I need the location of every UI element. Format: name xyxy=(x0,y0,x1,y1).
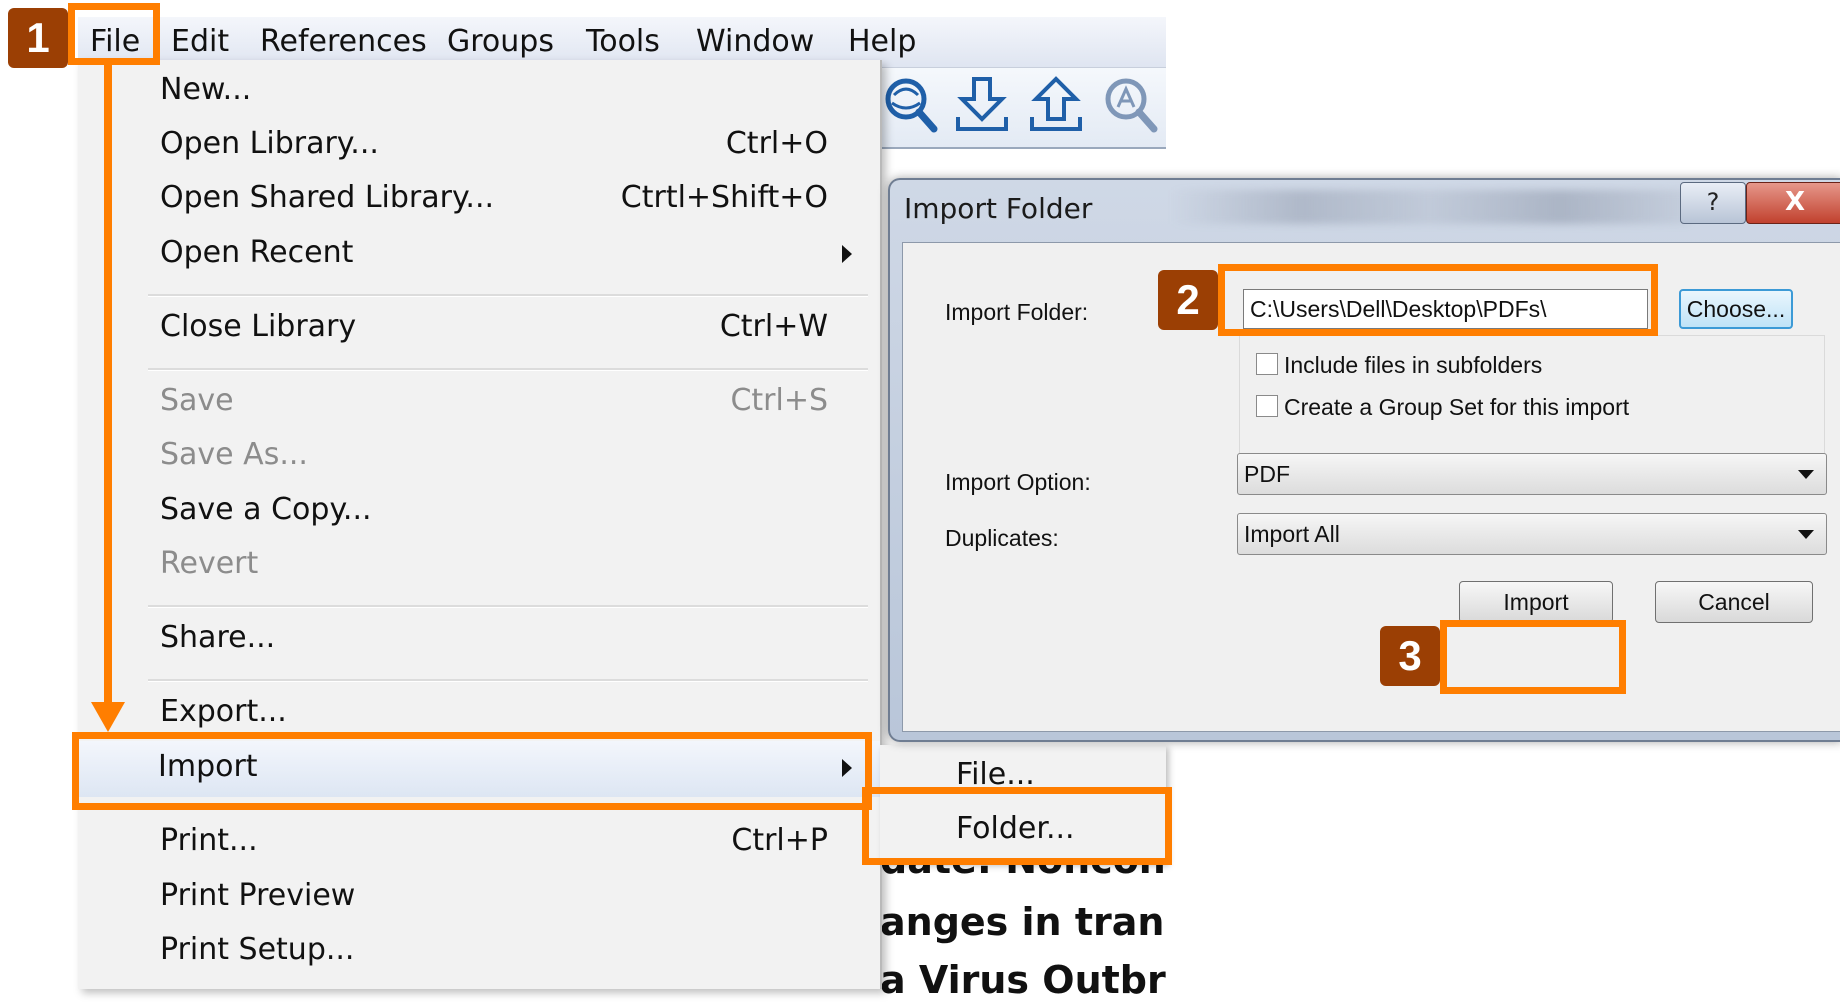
menu-item-print-setup[interactable]: Print Setup... xyxy=(78,924,880,978)
menu-shortcut: Ctrl+P xyxy=(731,823,828,858)
annotation-box-folder-item xyxy=(862,787,1172,865)
menu-item-open-library[interactable]: Open Library... Ctrl+O xyxy=(78,118,880,172)
menu-shortcut: Ctrtl+Shift+O xyxy=(620,180,828,215)
menu-item-new[interactable]: New... xyxy=(78,64,880,118)
import-option-label: Import Option: xyxy=(945,469,1091,495)
menu-item-label: New... xyxy=(160,72,252,107)
dropdown-arrow-icon xyxy=(1798,470,1814,479)
menu-separator xyxy=(148,368,868,371)
import-option-value: PDF xyxy=(1244,461,1290,487)
toolbar xyxy=(880,67,1166,149)
document-text-line-3: a Virus Outbrea xyxy=(880,958,1166,1002)
step-1-badge: 1 xyxy=(8,8,68,68)
online-search-icon[interactable] xyxy=(880,73,940,135)
menu-item-label: Export... xyxy=(160,694,287,729)
menu-separator xyxy=(148,605,868,608)
create-group-set-checkbox[interactable] xyxy=(1256,395,1278,417)
annotation-box-folder-path xyxy=(1218,264,1658,336)
menu-item-label: Print Setup... xyxy=(160,932,355,967)
annotation-box-file-menu xyxy=(68,3,160,65)
menu-item-close-library[interactable]: Close Library Ctrl+W xyxy=(78,301,880,355)
duplicates-label: Duplicates: xyxy=(945,525,1059,551)
menu-item-open-recent[interactable]: Open Recent xyxy=(78,227,880,281)
import-folder-dialog: Import Folder ? X Import Folder: C:\User… xyxy=(888,178,1840,742)
options-group: Include files in subfolders Create a Gro… xyxy=(1239,335,1825,465)
menu-item-open-shared-library[interactable]: Open Shared Library... Ctrtl+Shift+O xyxy=(78,172,880,226)
menu-item-label: Print Preview xyxy=(160,878,356,913)
menu-separator xyxy=(148,294,868,297)
menu-item-label: Revert xyxy=(160,546,259,581)
menu-separator xyxy=(148,679,868,682)
menu-item-save-as: Save As... xyxy=(78,429,880,483)
menu-item-print[interactable]: Print... Ctrl+P xyxy=(78,815,880,869)
title-bar-background xyxy=(1170,190,1690,224)
step-2-badge: 2 xyxy=(1158,270,1218,330)
menu-shortcut: Ctrl+O xyxy=(725,126,828,161)
annotation-arrow-head-icon xyxy=(91,702,125,732)
menu-item-revert: Revert xyxy=(78,538,880,592)
annotation-box-import-button xyxy=(1440,620,1626,694)
menu-item-label: Save a Copy... xyxy=(160,492,372,527)
dropdown-arrow-icon xyxy=(1798,530,1814,539)
menu-item-save-a-copy[interactable]: Save a Copy... xyxy=(78,484,880,538)
dialog-title: Import Folder xyxy=(904,192,1093,225)
menu-item-print-preview[interactable]: Print Preview xyxy=(78,870,880,924)
file-menu-dropdown: New... Open Library... Ctrl+O Open Share… xyxy=(78,60,882,989)
menu-item-label: Open Recent xyxy=(160,235,354,270)
import-option-select[interactable]: PDF xyxy=(1237,453,1827,495)
include-subfolders-checkbox[interactable] xyxy=(1256,353,1278,375)
duplicates-select[interactable]: Import All xyxy=(1237,513,1827,555)
menu-item-share[interactable]: Share... xyxy=(78,612,880,666)
submenu-arrow-icon xyxy=(842,245,852,263)
menu-shortcut: Ctrl+W xyxy=(719,309,828,344)
close-button[interactable]: X xyxy=(1746,182,1840,224)
annotation-arrow-line xyxy=(104,64,112,706)
menu-item-save: Save Ctrl+S xyxy=(78,375,880,429)
import-folder-label: Import Folder: xyxy=(945,299,1089,325)
step-3-badge: 3 xyxy=(1380,626,1440,686)
document-text-line-2: anges in transcr xyxy=(880,900,1166,944)
pdf-search-icon[interactable] xyxy=(1100,73,1160,135)
menu-item-label: Open Library... xyxy=(160,126,379,161)
annotation-box-import-item xyxy=(72,732,872,810)
help-button[interactable]: ? xyxy=(1680,182,1746,224)
menu-shortcut: Ctrl+S xyxy=(730,383,828,418)
create-group-set-label: Create a Group Set for this import xyxy=(1284,394,1630,420)
choose-button[interactable]: Choose... xyxy=(1679,289,1793,329)
menu-item-label: Open Shared Library... xyxy=(160,180,495,215)
upload-icon[interactable] xyxy=(1026,73,1086,135)
menu-item-label: Print... xyxy=(160,823,258,858)
menu-item-label: Save As... xyxy=(160,437,308,472)
import-button[interactable]: Import xyxy=(1459,581,1613,623)
menu-item-label: Close Library xyxy=(160,309,357,344)
download-icon[interactable] xyxy=(952,73,1012,135)
menu-item-label: Share... xyxy=(160,620,276,655)
include-subfolders-label: Include files in subfolders xyxy=(1284,352,1543,378)
menu-item-label: Save xyxy=(160,383,234,418)
cancel-button[interactable]: Cancel xyxy=(1655,581,1813,623)
duplicates-value: Import All xyxy=(1244,521,1340,547)
